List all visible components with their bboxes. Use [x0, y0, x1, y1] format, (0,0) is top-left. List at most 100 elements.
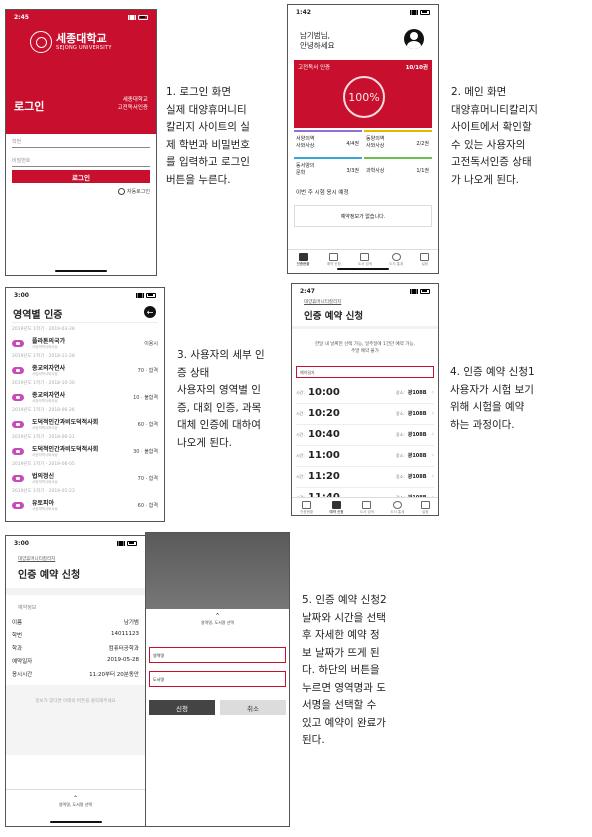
cert-list-item[interactable]: 2019년도 1학기 · 2018-06-21 도덕적인간과비도덕적사회 서양의역사…	[12, 434, 158, 461]
status-time: 3:00	[14, 291, 29, 299]
tab-reserve[interactable]: 예약 신청	[330, 501, 344, 515]
cert-list-item[interactable]: 2019년도 1학기 · 2018-11-28 종교의자연사 서양의역사와사상 70 …	[12, 353, 158, 380]
book-icon	[12, 366, 24, 374]
screen-login: 2:45 세종대학교 SEJONG UNIVERSITY 로그인 세종대학교 고…	[5, 9, 157, 276]
detail-label: 학과	[12, 646, 23, 652]
cert-title: 플라톤의국가	[32, 338, 66, 345]
cert-list-item[interactable]: 2019년도 1학기 · 2018-10-30 종교의자연사 서양의역사와사상 10 …	[12, 380, 158, 407]
time-slot-row[interactable]: 시간: 11:20 장소: 광108B ›	[296, 466, 434, 488]
tab-search[interactable]: 도서 검색	[358, 253, 372, 267]
tab-settings[interactable]: 설정	[420, 501, 430, 515]
cert-result: 60 · 합격	[137, 421, 158, 428]
time-slot-row[interactable]: 시간: 11:00 장소: 광108B ›	[296, 445, 434, 467]
cap-icon	[360, 253, 370, 261]
cert-category: 서양의역사와사상	[32, 507, 58, 511]
book-icon	[302, 501, 312, 509]
status-bar: 1:42	[288, 5, 438, 19]
home-indicator	[55, 270, 107, 272]
select-book-button[interactable]: ⌃ 영역명, 도서명 선택	[6, 789, 145, 818]
breadcrumb[interactable]: 대양휴머니티칼리지	[18, 556, 55, 562]
cert-list-item[interactable]: 2019년도 1학기 · 2019-05-23 유토피아 서양의역사와사상 60 · …	[12, 488, 158, 515]
slot-place: 광108B	[407, 411, 427, 417]
screen-category: 3:00 영역별 인증 ← 2019년도 1학기 · 2019-03-28 플라톤…	[5, 287, 165, 522]
date-input[interactable]: 예약일자	[296, 366, 434, 378]
tab-settings[interactable]: 설정	[420, 253, 430, 267]
time-slot-row[interactable]: 시간: 10:20 장소: 광108B ›	[296, 403, 434, 425]
caption-1: 1. 로그인 화면 실제 대양휴머니티 칼리지 사이트의 실 제 학번과 비밀번…	[166, 86, 250, 186]
detail-row: 응시시간 11:20부터 20분동안	[12, 670, 139, 678]
cert-result: 70 · 합격	[137, 475, 158, 482]
place-label: 장소:	[396, 431, 405, 437]
cert-list-item[interactable]: 2019년도 1학기 · 2018-06-26 도덕적인간과비도덕적사회 서양의역사…	[12, 407, 158, 434]
place-label: 장소:	[396, 452, 405, 458]
cert-date: 2019년도 1학기 · 2018-06-21	[12, 435, 75, 440]
breadcrumb[interactable]: 대양휴머니티칼리지	[304, 299, 341, 305]
gear-icon	[391, 253, 401, 261]
detail-row: 예약일자 2019-05-28	[12, 657, 139, 665]
profile-icon[interactable]	[404, 29, 424, 49]
status-bar: 3:00	[6, 288, 164, 302]
slot-time: 10:00	[308, 387, 340, 398]
university-seal-icon	[30, 31, 52, 53]
book-select[interactable]: 도서명	[149, 671, 286, 687]
detail-label: 예약일자	[12, 659, 33, 665]
time-slot-row[interactable]: 시간: 10:40 장소: 광108B ›	[296, 424, 434, 446]
certification-card[interactable]: 고전독서 인증 10/10권 100%	[294, 60, 432, 128]
apply-button[interactable]: 신청	[149, 700, 215, 715]
tab-status[interactable]: 인증현황	[300, 501, 313, 515]
tab-stats[interactable]: 도서 통계	[390, 501, 404, 515]
progress-ring: 100%	[343, 76, 385, 118]
category-eastern[interactable]: 동양의역 사와사상 2/2권	[364, 130, 432, 156]
home-icon	[420, 501, 430, 509]
cert-title: 도덕적인간과비도덕적사회	[32, 419, 99, 426]
cert-category: 서양의역사와사상	[32, 453, 58, 457]
status-bar: 3:00	[6, 536, 145, 550]
cert-result: 70 · 합격	[137, 367, 158, 374]
slot-place: 광108B	[407, 453, 427, 459]
book-icon	[12, 447, 24, 455]
category-science[interactable]: 과학사상 1/1권	[364, 157, 432, 183]
gear-icon	[392, 501, 402, 509]
cert-date: 2019년도 1학기 · 2019-06-05	[12, 462, 75, 467]
auto-login-checkbox[interactable]: 자동로그인	[117, 188, 150, 195]
cert-category: 서양의역사와사상	[32, 345, 58, 349]
cert-date: 2019년도 1학기 · 2018-10-30	[12, 381, 75, 386]
chevron-right-icon: ›	[431, 452, 434, 459]
logo-korean: 세종대학교	[56, 32, 107, 45]
cert-title: 도덕적인간과비도덕적사회	[32, 446, 99, 453]
login-header: 세종대학교 SEJONG UNIVERSITY 로그인 세종대학교 고전독서인증	[6, 24, 156, 134]
category-select[interactable]: 영역명	[149, 647, 286, 663]
chevron-up-icon[interactable]: ⌃	[146, 612, 289, 620]
login-button[interactable]: 로그인	[12, 170, 150, 183]
cap-icon	[362, 501, 372, 509]
cert-date: 2019년도 1학기 · 2019-03-28	[12, 327, 75, 332]
cert-list-item[interactable]: 2019년도 1학기 · 2019-06-05 법의정신 서양의역사와사상 70 · …	[12, 461, 158, 488]
tab-status[interactable]: 인증현황	[297, 253, 310, 267]
book-icon	[12, 420, 24, 428]
password-input[interactable]: 비밀번호	[12, 155, 150, 167]
cert-result: 10 · 불합격	[133, 394, 158, 401]
tab-search[interactable]: 도서 검색	[360, 501, 374, 515]
tab-stats[interactable]: 도서 통계	[389, 253, 403, 267]
notice-text: 한달 내 날짜만 선택 가능, 일주일에 1건만 예약 가능, 주말 예약 불가	[315, 342, 415, 354]
chevron-right-icon: ›	[431, 410, 434, 417]
chevron-right-icon: ›	[431, 431, 434, 438]
place-label: 장소:	[396, 389, 405, 395]
home-icon	[420, 253, 430, 261]
cancel-button[interactable]: 취소	[220, 700, 286, 715]
book-icon	[12, 501, 24, 509]
student-id-input[interactable]: 학번	[12, 136, 150, 148]
slot-time: 11:00	[308, 450, 340, 461]
category-literature[interactable]: 동서양의 문학 3/3권	[294, 157, 362, 183]
login-title: 로그인	[14, 100, 45, 113]
cert-list-item[interactable]: 2019년도 1학기 · 2019-03-28 플라톤의국가 서양의역사와사상 이용시	[12, 326, 158, 353]
back-arrow-icon[interactable]: ←	[144, 306, 156, 318]
chevron-right-icon: ›	[431, 389, 434, 396]
time-label: 시간:	[296, 389, 305, 395]
tab-reserve[interactable]: 예약 신청	[327, 253, 341, 267]
check-circle-icon	[117, 188, 125, 195]
detail-label: 이름	[12, 620, 23, 626]
time-slot-row[interactable]: 시간: 10:00 장소: 광108B ›	[296, 382, 434, 404]
card-title: 고전독서 인증	[298, 65, 331, 71]
category-western[interactable]: 서양의역 사와사상 4/4권	[294, 130, 362, 156]
